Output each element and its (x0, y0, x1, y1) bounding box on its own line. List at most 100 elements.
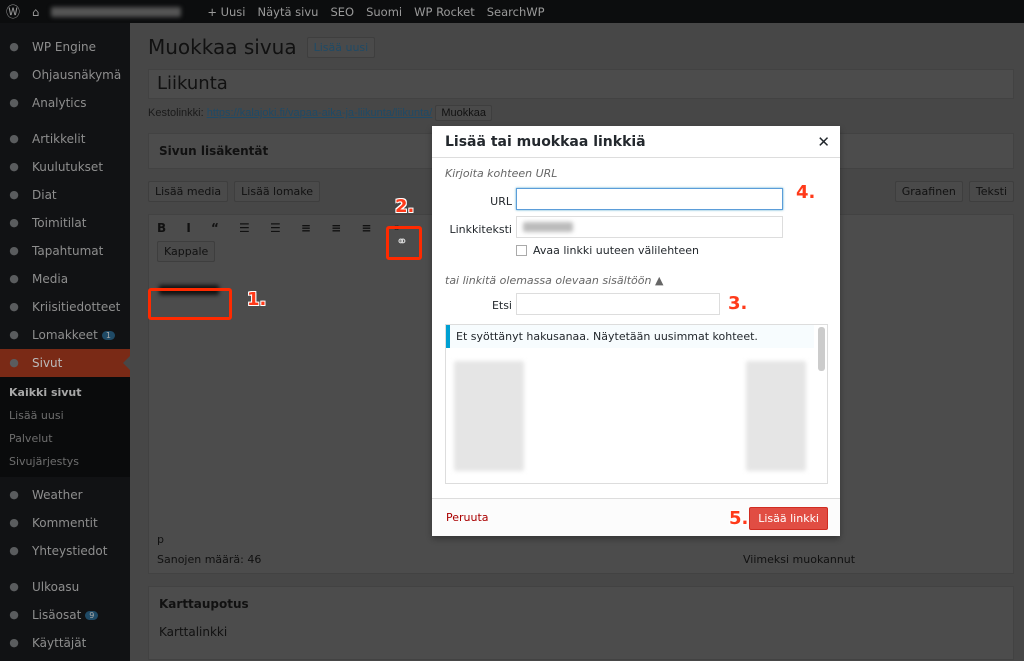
sidebar-item-label: Yhteystiedot (32, 544, 108, 558)
format-select[interactable]: Kappale (157, 241, 216, 262)
comment-icon: ● (9, 516, 19, 529)
search-input[interactable] (516, 293, 720, 315)
sidebar-item-tapahtumat[interactable]: ● Tapahtumat (0, 237, 130, 265)
url-input[interactable] (516, 188, 783, 210)
submenu-page-order[interactable]: Sivujärjestys (0, 450, 130, 473)
add-media-button[interactable]: Lisää media (148, 181, 229, 202)
last-edited: Viimeksi muokannut (743, 553, 856, 566)
link-dialog: Lisää tai muokkaa linkkiä ✕ Kirjoita koht… (432, 126, 840, 536)
brush-icon: ● (9, 580, 19, 593)
annotation-2: 2. (395, 196, 415, 217)
pin-icon: ● (9, 160, 19, 173)
sidebar-item-media[interactable]: ● Media (0, 265, 130, 293)
cancel-link[interactable]: Peruuta (446, 511, 489, 524)
search-notice: Et syöttänyt hakusanaa. Näytetään uusimm… (446, 325, 814, 348)
sidebar-item-yhteystiedot[interactable]: ● Yhteystiedot (0, 537, 130, 565)
sidebar-item-label: Ohjausnäkymä (32, 68, 122, 82)
sidebar-item-artikkelit[interactable]: ● Artikkelit (0, 125, 130, 153)
post-title-input[interactable]: Liikunta (148, 69, 1014, 99)
sidebar-item-sivut[interactable]: ● Sivut (0, 349, 130, 377)
sidebar-item-label: Media (32, 272, 69, 286)
add-link-button[interactable]: Lisää linkki (749, 507, 828, 530)
sidebar-item-kriisitiedotteet[interactable]: ● Kriisitiedotteet (0, 293, 130, 321)
form-icon: ● (9, 328, 19, 341)
annotation-3: 3. (728, 293, 748, 314)
dialog-title: Lisää tai muokkaa linkkiä (445, 134, 646, 150)
count-badge: 9 (85, 610, 99, 620)
submenu-services[interactable]: Palvelut (0, 427, 130, 450)
results-scrollbar[interactable] (818, 327, 825, 371)
sidebar-item-label: Lomakkeet (32, 328, 98, 342)
editor-path: p (157, 533, 164, 546)
sidebar-item-diat[interactable]: ● Diat (0, 181, 130, 209)
sidebar-item-label: Lisäosat (32, 608, 82, 622)
add-form-button[interactable]: Lisää lomake (234, 181, 321, 202)
sidebar-item-label: Toimitilat (32, 216, 87, 230)
adminbar-wp-rocket[interactable]: WP Rocket (414, 5, 475, 19)
word-count: Sanojen määrä: 46 (157, 553, 262, 566)
existing-content-toggle[interactable]: tai linkitä olemassa olevaan sisältöön ▲ (445, 274, 663, 287)
sidebar-item-label: Ulkoasu (32, 580, 80, 594)
insert-link-icon[interactable]: ⚭ (396, 234, 408, 250)
submenu-all-pages[interactable]: Kaikki sivut (0, 381, 130, 404)
sidebar-item-ulkoasu[interactable]: ● Ulkoasu (0, 573, 130, 601)
url-label: URL (490, 195, 512, 208)
sidebar-item-label: Kriisitiedotteet (32, 300, 121, 314)
adminbar-new[interactable]: + Uusi (207, 5, 245, 19)
submenu-add-new[interactable]: Lisää uusi (0, 404, 130, 427)
submenu-pages: Kaikki sivut Lisää uusi Palvelut Sivujär… (0, 377, 130, 477)
sidebar: ● WP Engine ● Ohjausnäkymä ● Analytics ● Artikk… (0, 23, 130, 661)
add-new-button[interactable]: Lisää uusi (306, 36, 376, 58)
wordpress-icon[interactable]: Ⓦ (6, 2, 20, 22)
sidebar-item-label: WP Engine (32, 40, 97, 54)
sidebar-item-label: Kuulutukset (32, 160, 104, 174)
new-tab-checkbox[interactable] (516, 245, 527, 256)
sidebar-item-lomakkeet[interactable]: ● Lomakkeet 1 (0, 321, 130, 349)
count-badge: 1 (101, 330, 115, 340)
sidebar-item-kommentit[interactable]: ● Kommentit (0, 509, 130, 537)
annotation-1: 1. (247, 289, 267, 310)
adminbar-view-page[interactable]: Näytä sivu (258, 5, 319, 19)
sidebar-item-kuulutukset[interactable]: ● Kuulutukset (0, 153, 130, 181)
dashboard-icon: ● (9, 68, 19, 81)
link-text-label: Linkkiteksti (449, 223, 512, 236)
sidebar-item-label: Analytics (32, 96, 87, 110)
analytics-icon: ● (9, 96, 19, 109)
sidebar-item-wp-engine[interactable]: ● WP Engine (0, 33, 130, 61)
map-link-label: Karttalinkki (159, 625, 228, 639)
admin-bar: Ⓦ ⌂ + Uusi Näytä sivu SEO Suomi WP Rocke… (0, 0, 1024, 23)
site-name[interactable] (51, 6, 182, 17)
tab-visual[interactable]: Graafinen (894, 181, 963, 202)
adminbar-language[interactable]: Suomi (366, 5, 402, 19)
sidebar-item-label: Artikkelit (32, 132, 86, 146)
sidebar-item-toimitilat[interactable]: ● Toimitilat (0, 209, 130, 237)
sidebar-item-label: Käyttäjät (32, 636, 87, 650)
sidebar-item-analytics[interactable]: ● Analytics (0, 89, 130, 117)
media-icon: ● (9, 272, 19, 285)
search-results[interactable]: Et syöttänyt hakusanaa. Näytetään uusimm… (445, 324, 828, 484)
sidebar-item-label: Sivut (32, 356, 63, 370)
link-text-input[interactable] (516, 216, 783, 238)
sidebar-item-lis-osat[interactable]: ● Lisäosat 9 (0, 601, 130, 629)
highlight-selected-text (148, 288, 232, 320)
adminbar-searchwp[interactable]: SearchWP (487, 5, 545, 19)
new-tab-label: Avaa linkki uuteen välilehteen (533, 244, 699, 257)
close-icon[interactable]: ✕ (817, 133, 830, 151)
sidebar-item-label: Kommentit (32, 516, 98, 530)
pin-icon: ● (9, 244, 19, 257)
home-icon[interactable]: ⌂ (32, 5, 39, 19)
pin-icon: ● (9, 188, 19, 201)
permalink-link[interactable]: https://kalajoki.fi/vapaa-aika-ja-liikun… (207, 107, 433, 119)
user-icon: ● (9, 636, 19, 649)
sidebar-item-k-ytt-j-t[interactable]: ● Käyttäjät (0, 629, 130, 657)
tab-text[interactable]: Teksti (968, 181, 1014, 202)
adminbar-seo[interactable]: SEO (330, 5, 354, 19)
edit-permalink-button[interactable]: Muokkaa (435, 105, 493, 121)
page-icon: ● (9, 356, 19, 369)
sidebar-item-weather[interactable]: ● Weather (0, 481, 130, 509)
plugin-icon: ● (9, 608, 19, 621)
map-embed-heading[interactable]: Karttaupotus (149, 587, 1013, 621)
sidebar-item-label: Weather (32, 488, 83, 502)
sidebar-item-ohjausn-kym-[interactable]: ● Ohjausnäkymä (0, 61, 130, 89)
grid-icon: ● (9, 40, 19, 53)
